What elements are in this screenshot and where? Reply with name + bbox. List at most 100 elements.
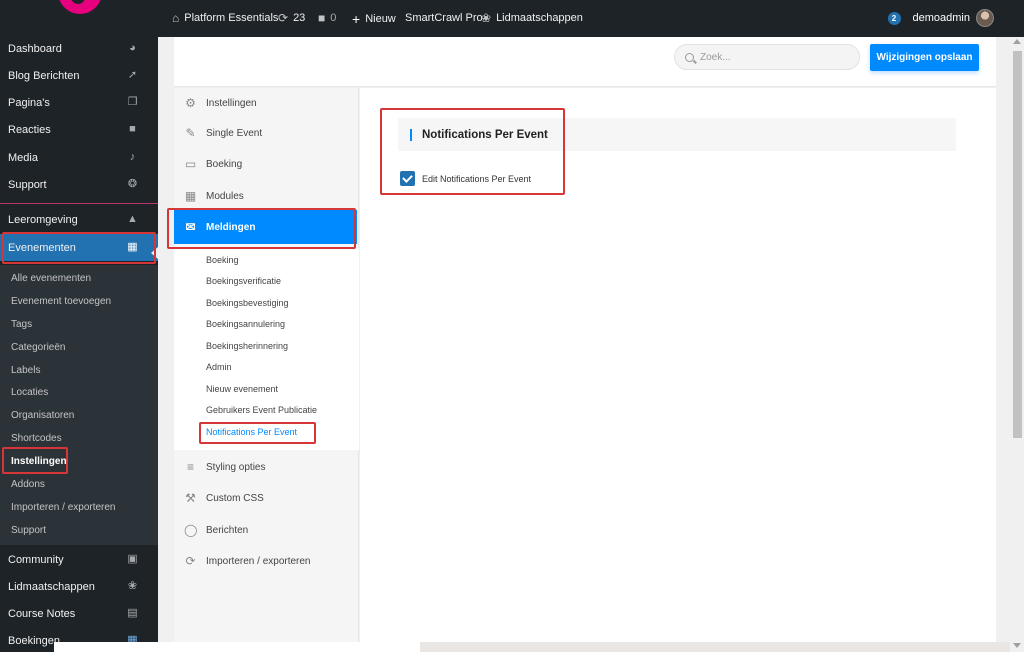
sidebar-item-course-notes[interactable]: Course Notes ▤ [0, 600, 158, 627]
nav-item-single-event[interactable]: ✎ Single Event [174, 118, 359, 148]
lifebuoy-icon: ❂ [127, 178, 138, 190]
search-box[interactable] [674, 44, 860, 70]
subnav-booking-cancellation[interactable]: Boekingsannulering [206, 319, 285, 329]
search-icon [685, 52, 694, 62]
graduation-cap-icon: ▲ [127, 213, 138, 225]
submenu-categories[interactable]: Categorieën [11, 342, 65, 353]
scroll-up-arrow-icon[interactable] [1013, 39, 1021, 44]
notes-icon: ▤ [127, 607, 138, 619]
groups-icon: ❀ [127, 580, 138, 592]
adminbar-user-menu[interactable]: 2 demoadmin [887, 9, 994, 27]
adminbar-site-link[interactable]: ⌂ Platform Essentials [172, 12, 278, 24]
dashboard-icon: ◕ [129, 42, 136, 54]
nav-item-modules[interactable]: ▦ Modules [174, 181, 359, 211]
nav-item-notifications[interactable]: ✉ Meldingen [174, 210, 357, 244]
checkbox-label: Edit Notifications Per Event [422, 173, 532, 184]
adminbar-memberships[interactable]: ❀ Lidmaatschappen [481, 12, 583, 24]
subnav-notifications-per-event[interactable]: Notifications Per Event [206, 427, 297, 437]
speech-bubble-icon: ◯ [184, 522, 198, 537]
envelope-icon: ✉ [185, 219, 196, 234]
grid-icon: ▦ [184, 188, 197, 203]
settings-nav: ⚙ Instellingen ✎ Single Event ▭ Boeking … [174, 88, 359, 652]
nav-item-settings[interactable]: ⚙ Instellingen [174, 88, 359, 118]
scroll-thumb[interactable] [1013, 51, 1022, 438]
section-header: Notifications Per Event [398, 118, 956, 151]
updates-icon: ⟳ [278, 11, 289, 25]
adminbar-new[interactable]: + Nieuw [352, 12, 396, 26]
edit-notifications-per-event-option[interactable]: Edit Notifications Per Event [400, 171, 531, 186]
edit-notifications-per-event-checkbox[interactable] [400, 171, 415, 186]
admin-sidebar: Dashboard ◕ Blog Berichten ➚ Pagina's ❐ … [0, 37, 158, 652]
sidebar-item-learning[interactable]: Leeromgeving ▲ [0, 206, 158, 233]
submenu-settings[interactable]: Instellingen [11, 456, 67, 467]
sidebar-item-support[interactable]: Support ❂ [0, 171, 158, 198]
adminbar-comments[interactable]: ■ 0 [318, 12, 336, 24]
submenu-labels[interactable]: Labels [11, 365, 40, 376]
subnav-new-event[interactable]: Nieuw evenement [206, 384, 278, 394]
sidebar-item-events[interactable]: Evenementen ▦ [0, 234, 158, 261]
edit-icon: ✎ [185, 125, 196, 140]
bottom-strip-light [54, 642, 420, 652]
avatar [976, 9, 994, 27]
save-button[interactable]: Wijzigingen opslaan [870, 44, 979, 71]
adminbar-smartcrawl[interactable]: SmartCrawl Pro [405, 12, 483, 24]
adminbar-updates[interactable]: ⟳ 23 [278, 12, 305, 24]
subnav-active-notch-icon [352, 426, 359, 438]
subnav-booking-reminder[interactable]: Boekingsherinnering [206, 341, 288, 351]
subnav-booking-verification[interactable]: Boekingsverificatie [206, 276, 281, 286]
sync-icon: ⟳ [185, 553, 196, 568]
sliders-icon: ≡ [186, 459, 194, 474]
search-input[interactable] [700, 51, 850, 63]
subnav-admin[interactable]: Admin [206, 362, 232, 372]
admin-bar: ⌂ Platform Essentials ⟳ 23 ■ 0 + Nieuw S… [0, 0, 1024, 37]
username: demoadmin [912, 12, 970, 24]
pin-icon: ➚ [127, 69, 138, 81]
submenu-support[interactable]: Support [11, 525, 46, 536]
nav-item-messages[interactable]: ◯ Berichten [174, 515, 359, 545]
card-icon: ▭ [184, 156, 197, 171]
sidebar-item-community[interactable]: Community ▣ [0, 546, 158, 573]
submenu-tags[interactable]: Tags [11, 319, 32, 330]
nav-item-styling-options[interactable]: ≡ Styling opties [174, 452, 359, 482]
subnav-user-event-publication[interactable]: Gebruikers Event Publicatie [206, 405, 317, 415]
community-icon: ▣ [127, 553, 138, 565]
scroll-down-arrow-icon[interactable] [1013, 643, 1021, 648]
notifications-subnav: Boeking Boekingsverificatie Boekingsbeve… [174, 248, 359, 450]
menu-separator [0, 203, 158, 204]
pages-icon: ❐ [127, 96, 138, 108]
comments-icon: ■ [129, 123, 136, 135]
submenu-locations[interactable]: Locaties [11, 387, 48, 398]
submenu-all-events[interactable]: Alle evenementen [11, 273, 91, 284]
submenu-addons[interactable]: Addons [11, 479, 45, 490]
submenu-add-event[interactable]: Evenement toevoegen [11, 296, 111, 307]
site-logo-icon[interactable] [58, 0, 102, 14]
submenu-shortcodes[interactable]: Shortcodes [11, 433, 62, 444]
home-icon: ⌂ [172, 11, 180, 25]
settings-main-panel: Notifications Per Event Edit Notificatio… [360, 88, 996, 652]
sidebar-item-media[interactable]: Media ♪ [0, 144, 158, 171]
submenu-organizers[interactable]: Organisatoren [11, 410, 74, 421]
groups-icon: ❀ [481, 11, 492, 25]
sidebar-item-dashboard[interactable]: Dashboard ◕ [0, 35, 158, 62]
page-scrollbar[interactable] [1010, 37, 1024, 652]
notification-badge[interactable]: 2 [887, 11, 901, 25]
sidebar-item-posts[interactable]: Blog Berichten ➚ [0, 62, 158, 89]
media-icon: ♪ [129, 151, 136, 163]
nav-item-booking[interactable]: ▭ Boeking [174, 149, 359, 179]
section-title: Notifications Per Event [422, 128, 548, 141]
comment-icon: ■ [318, 11, 326, 25]
settings-header: Wijzigingen opslaan [174, 37, 996, 87]
submenu-import-export[interactable]: Importeren / exporteren [11, 502, 116, 513]
events-submenu: Alle evenementen Evenement toevoegen Tag… [0, 265, 158, 545]
sidebar-item-memberships[interactable]: Lidmaatschappen ❀ [0, 573, 158, 600]
gear-icon: ⚙ [185, 95, 196, 110]
sidebar-item-pages[interactable]: Pagina's ❐ [0, 89, 158, 116]
nav-item-import-export[interactable]: ⟳ Importeren / exporteren [174, 546, 359, 576]
nav-item-custom-css[interactable]: ⚒ Custom CSS [174, 483, 359, 513]
subnav-booking-confirmation[interactable]: Boekingsbevestiging [206, 298, 289, 308]
plus-icon: + [352, 11, 361, 27]
subnav-booking[interactable]: Boeking [206, 255, 239, 265]
calendar-icon: ▦ [127, 241, 138, 253]
sidebar-item-comments[interactable]: Reacties ■ [0, 116, 158, 143]
section-accent-bar [410, 128, 412, 141]
